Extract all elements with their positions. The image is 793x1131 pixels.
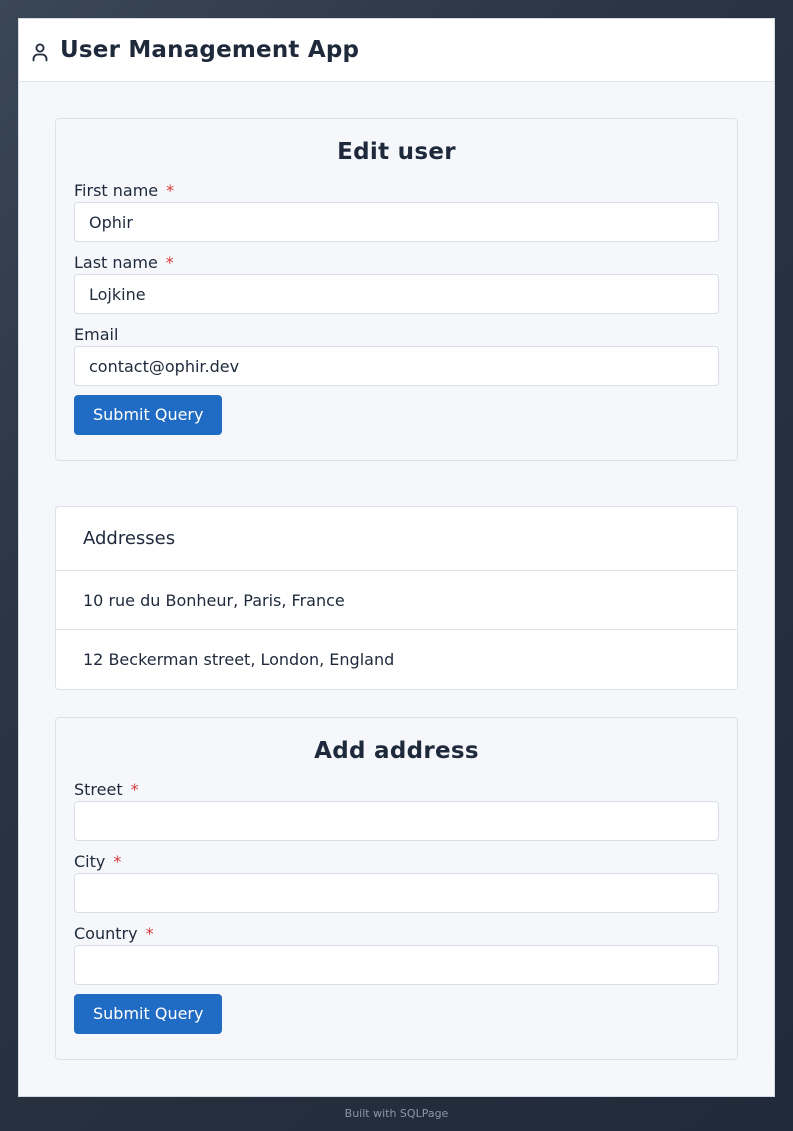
first-name-label-text: First name xyxy=(74,181,159,200)
edit-user-title: Edit user xyxy=(337,139,456,165)
last-name-label: Last name * xyxy=(74,252,719,274)
country-label: Country * xyxy=(74,923,719,945)
edit-user-submit-button[interactable]: Submit Query xyxy=(74,395,223,435)
addresses-title: Addresses xyxy=(56,507,737,571)
street-input[interactable] xyxy=(74,801,719,841)
add-address-title: Add address xyxy=(314,738,479,764)
first-name-label: First name * xyxy=(74,180,719,202)
last-name-label-text: Last name xyxy=(74,253,158,272)
add-address-form: Add address Street * City * Country * Submi… xyxy=(55,717,738,1060)
addresses-card: Addresses 10 rue du Bonheur, Paris, Fran… xyxy=(55,506,738,690)
email-label-text: Email xyxy=(74,325,119,344)
email-label: Email xyxy=(74,324,719,346)
user-icon xyxy=(32,43,48,61)
city-input[interactable] xyxy=(74,873,719,913)
city-label: City * xyxy=(74,851,719,873)
footer-credit: Built with SQLPage xyxy=(344,1107,449,1120)
street-label: Street * xyxy=(74,779,719,801)
email-input[interactable] xyxy=(74,346,719,386)
last-name-input[interactable] xyxy=(74,274,719,314)
address-item: 12 Beckerman street, London, England xyxy=(83,650,395,669)
app-window: User Management App Edit user First name… xyxy=(18,18,775,1097)
app-header: User Management App xyxy=(19,19,774,82)
app-title: User Management App xyxy=(60,37,360,63)
edit-user-form: Edit user First name * Last name * Email S… xyxy=(55,118,738,461)
required-marker: * xyxy=(165,253,174,272)
required-marker: * xyxy=(130,780,139,799)
first-name-input[interactable] xyxy=(74,202,719,242)
required-marker: * xyxy=(166,181,175,200)
address-item: 10 rue du Bonheur, Paris, France xyxy=(56,571,737,630)
required-marker: * xyxy=(145,924,154,943)
required-marker: * xyxy=(113,852,122,871)
city-label-text: City xyxy=(74,852,106,871)
country-input[interactable] xyxy=(74,945,719,985)
country-label-text: Country xyxy=(74,924,138,943)
add-address-submit-button[interactable]: Submit Query xyxy=(74,994,223,1034)
street-label-text: Street xyxy=(74,780,123,799)
